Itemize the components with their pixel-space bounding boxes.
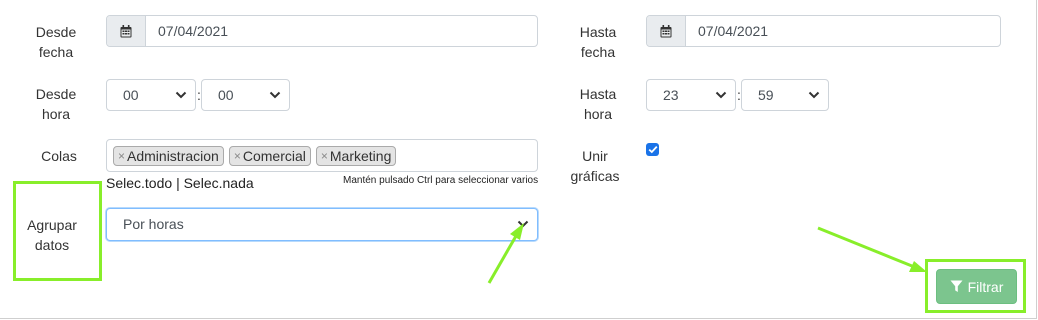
tag-label: Marketing xyxy=(329,147,392,164)
desde-fecha-field[interactable]: 07/04/2021 xyxy=(106,15,538,47)
select-none-link[interactable]: Selec.nada xyxy=(184,175,254,191)
tag-marketing: × Marketing xyxy=(315,145,397,166)
filter-panel: Desde fecha 07/04/2021 Desde hora 00 : 0… xyxy=(0,0,1037,319)
select-all-link[interactable]: Selec.todo xyxy=(106,175,172,191)
calendar-icon[interactable] xyxy=(647,16,686,46)
chevron-down-icon xyxy=(175,91,187,99)
tag-label: Comercial xyxy=(242,147,306,164)
desde-minute-value: 00 xyxy=(218,87,234,103)
desde-hora-label: Desde hora xyxy=(35,86,77,122)
select-links: Selec.todo | Selec.nada xyxy=(106,175,254,191)
desde-hour-value: 00 xyxy=(123,87,139,103)
hasta-hora-minute-select[interactable]: 59 xyxy=(741,79,829,111)
filter-icon xyxy=(950,280,963,292)
hasta-hora-label: Hasta hora xyxy=(579,86,617,122)
tag-comercial: × Comercial xyxy=(228,145,311,166)
hasta-fecha-label: Hasta fecha xyxy=(579,24,617,60)
colas-multiselect[interactable]: × Administracion × Comercial × Marketing xyxy=(106,139,538,172)
hasta-hour-value: 23 xyxy=(663,87,679,103)
hasta-hora-hour-select[interactable]: 23 xyxy=(646,79,736,111)
tag-administracion: × Administracion xyxy=(113,145,224,166)
arrow-to-filtrar-button xyxy=(817,226,927,272)
checkmark-icon xyxy=(648,145,657,154)
tag-label: Administracion xyxy=(127,147,219,164)
desde-hora-minute-select[interactable]: 00 xyxy=(201,79,290,111)
agrupar-highlight-box xyxy=(13,181,102,281)
filtrar-label: Filtrar xyxy=(967,278,1004,295)
hasta-minute-value: 59 xyxy=(758,87,774,103)
agrupar-datos-select[interactable]: Por horas xyxy=(106,208,538,241)
colas-label: Colas xyxy=(41,148,77,164)
link-divider: | xyxy=(176,175,180,191)
remove-tag-icon[interactable]: × xyxy=(321,149,328,163)
chevron-down-icon xyxy=(808,91,820,99)
desde-fecha-value[interactable]: 07/04/2021 xyxy=(146,16,537,46)
chevron-down-icon xyxy=(517,220,529,228)
desde-hora-hour-select[interactable]: 00 xyxy=(106,79,196,111)
chevron-down-icon xyxy=(269,91,281,99)
filtrar-button[interactable]: Filtrar xyxy=(936,269,1017,304)
desde-fecha-label: Desde fecha xyxy=(35,24,77,60)
remove-tag-icon[interactable]: × xyxy=(234,149,241,163)
unir-graficas-label: Unir gráficas xyxy=(570,148,620,184)
chevron-down-icon xyxy=(715,91,727,99)
hasta-fecha-field[interactable]: 07/04/2021 xyxy=(646,15,1001,47)
agrupar-value: Por horas xyxy=(123,216,184,232)
remove-tag-icon[interactable]: × xyxy=(118,149,125,163)
unir-graficas-checkbox[interactable] xyxy=(646,143,659,156)
hasta-fecha-value[interactable]: 07/04/2021 xyxy=(686,16,1000,46)
ctrl-hint: Mantén pulsado Ctrl para seleccionar var… xyxy=(343,175,539,186)
calendar-icon[interactable] xyxy=(107,16,146,46)
